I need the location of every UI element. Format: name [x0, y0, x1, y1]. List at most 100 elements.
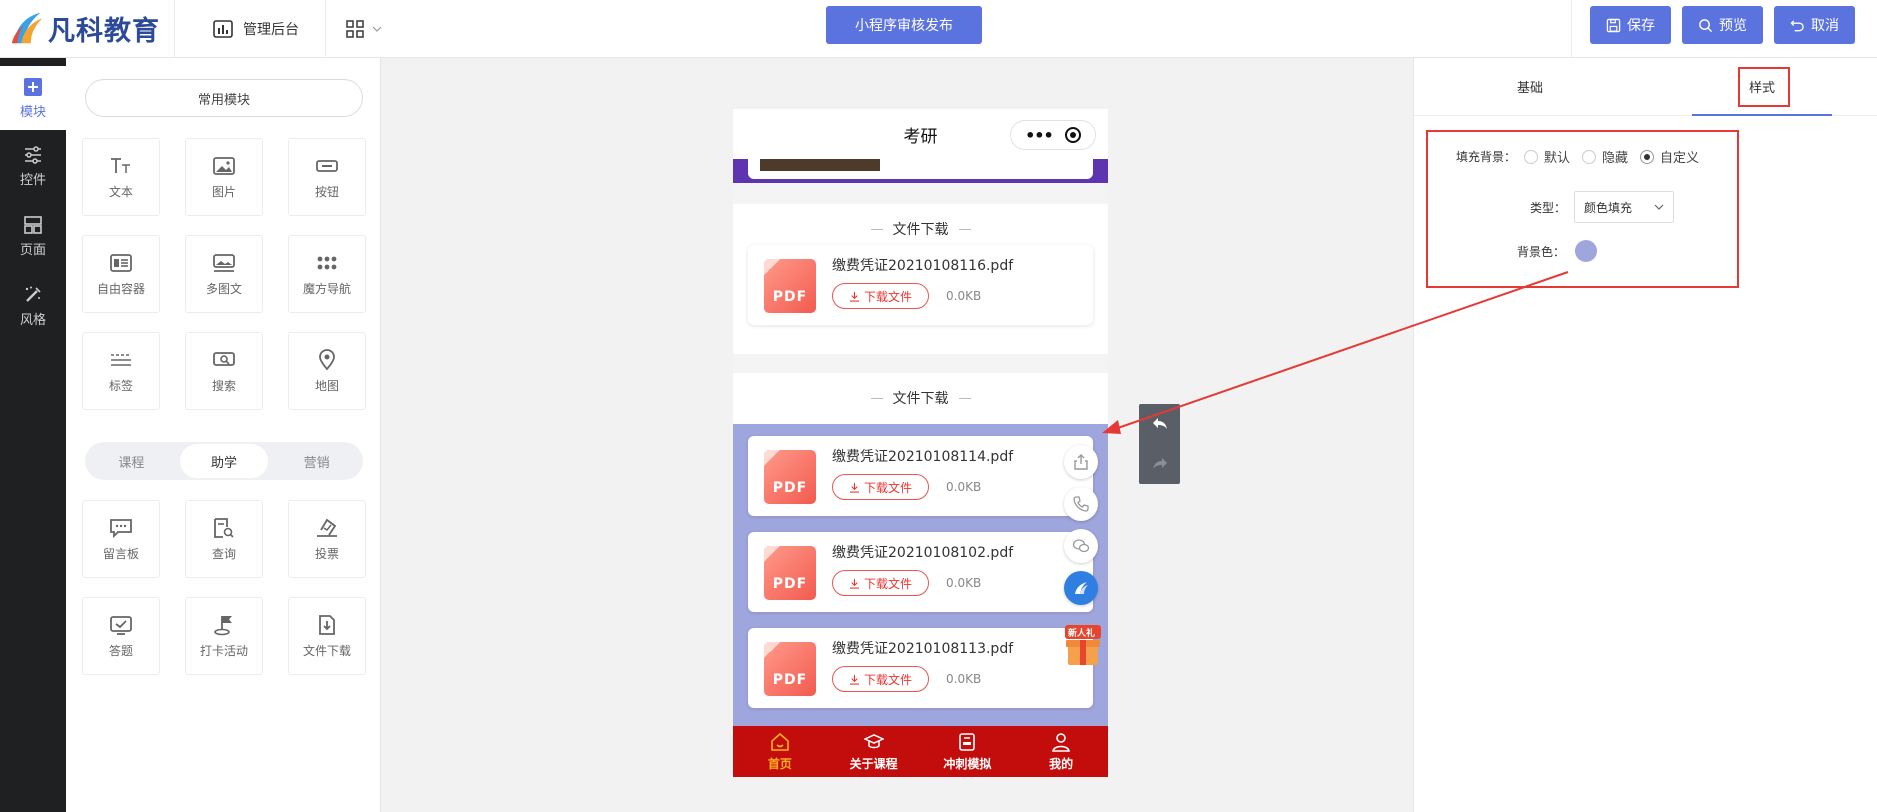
brand-logo[interactable]: 凡科教育	[8, 6, 160, 50]
phone-title: 考研	[903, 126, 938, 147]
rail-item-modules[interactable]: 模块	[0, 66, 66, 130]
undo-icon	[1152, 418, 1167, 429]
banner-card[interactable]	[748, 159, 1093, 179]
tab-sprint-mock[interactable]: 冲刺模拟	[921, 726, 1015, 777]
rail-item-style[interactable]: 风格	[0, 274, 66, 338]
module-tile-checkin[interactable]: 打卡活动	[185, 597, 263, 675]
module-tile-message-board[interactable]: 留言板	[82, 500, 160, 578]
new-user-gift-badge[interactable]: 新人礼	[1065, 625, 1101, 667]
checkin-icon	[214, 615, 232, 635]
fill-type-select[interactable]: 颜色填充	[1574, 191, 1675, 223]
download-file-button[interactable]: 下载文件	[832, 666, 929, 692]
message-board-icon	[110, 518, 132, 538]
download-file-button[interactable]: 下载文件	[832, 283, 929, 309]
radio-label: 隐藏	[1602, 151, 1629, 166]
phone-icon	[1073, 496, 1089, 512]
button-icon	[316, 159, 338, 172]
module-tile-vote[interactable]: 投票	[288, 500, 366, 578]
rail-item-pages[interactable]: 页面	[0, 204, 66, 268]
top-bar: 凡科教育 管理后台 小程序审核发布 保存 预览 取消	[0, 0, 1877, 58]
module-tile-file-download[interactable]: 文件下载	[288, 597, 366, 675]
tab-marketing[interactable]: 营销	[272, 444, 361, 478]
share-button[interactable]	[1064, 445, 1098, 479]
section-title-text: 文件下载	[892, 222, 949, 238]
brand-float-button[interactable]	[1064, 571, 1098, 605]
radio-default[interactable]: 默认	[1524, 147, 1570, 166]
close-target-icon[interactable]	[1064, 127, 1081, 143]
mini-program-capsule[interactable]: •••	[1010, 120, 1096, 150]
home-icon	[771, 732, 789, 751]
file-card[interactable]: PDF 缴费凭证20210108114.pdf 下载文件 0.0KB	[748, 436, 1093, 516]
tab-course[interactable]: 课程	[87, 444, 176, 478]
banner-thumbnail	[760, 159, 880, 171]
tile-label: 自由容器	[96, 281, 145, 296]
module-tile-text[interactable]: 文本	[82, 138, 160, 216]
admin-link[interactable]: 管理后台	[213, 14, 299, 44]
file-download-section[interactable]: 文件下载	[733, 373, 1108, 424]
tile-label: 多图文	[205, 281, 242, 296]
module-tile-quiz[interactable]: 答题	[82, 597, 160, 675]
radio-custom[interactable]: 自定义	[1640, 147, 1699, 166]
tab-mine[interactable]: 我的	[1014, 726, 1108, 777]
multi-image-text-icon	[213, 253, 235, 272]
tile-label: 文件下载	[302, 643, 351, 658]
admin-label: 管理后台	[243, 22, 299, 38]
tab-label: 关于课程	[849, 756, 898, 771]
download-icon	[849, 674, 860, 685]
undo-button[interactable]	[1139, 404, 1180, 444]
download-file-button[interactable]: 下载文件	[832, 474, 929, 500]
module-tile-image[interactable]: 图片	[185, 138, 263, 216]
tile-label: 查询	[211, 546, 236, 561]
tab-about-course[interactable]: 关于课程	[827, 726, 921, 777]
tab-assist[interactable]: 助学	[179, 444, 269, 478]
file-card[interactable]: PDF 缴费凭证20210108113.pdf 下载文件 0.0KB	[748, 628, 1093, 708]
module-tile-map[interactable]: 地图	[288, 332, 366, 410]
editor-canvas: 考研 ••• 文件下载 PDF 缴费凭证20210108116.pdf 下载文件…	[382, 58, 1413, 812]
redo-button[interactable]	[1139, 444, 1180, 484]
bg-color-swatch[interactable]	[1575, 240, 1598, 262]
quiz-icon	[110, 615, 132, 635]
phone-button[interactable]	[1064, 487, 1098, 521]
radio-hidden[interactable]: 隐藏	[1582, 147, 1628, 166]
module-tile-button[interactable]: 按钮	[288, 138, 366, 216]
module-tile-cube-nav[interactable]: 魔方导航	[288, 235, 366, 313]
save-icon	[1606, 18, 1621, 32]
section-title-text: 文件下载	[892, 391, 949, 407]
exam-icon	[959, 732, 976, 751]
publish-review-button[interactable]: 小程序审核发布	[826, 6, 982, 44]
dots-grid-icon	[317, 256, 337, 269]
save-button[interactable]: 保存	[1590, 6, 1671, 44]
tab-basic[interactable]: 基础	[1414, 58, 1646, 115]
tile-label: 地图	[314, 378, 339, 393]
more-icon[interactable]: •••	[1025, 126, 1054, 145]
radio-label: 默认	[1544, 151, 1571, 166]
save-label: 保存	[1627, 18, 1655, 34]
module-tile-tag[interactable]: 标签	[82, 332, 160, 410]
section-title: 文件下载	[733, 373, 1108, 423]
plus-square-icon	[24, 77, 42, 96]
redo-icon	[1152, 458, 1167, 469]
preview-button[interactable]: 预览	[1682, 6, 1763, 44]
cancel-button[interactable]: 取消	[1774, 6, 1855, 44]
chart-icon	[213, 20, 233, 38]
file-card[interactable]: PDF 缴费凭证20210108102.pdf 下载文件 0.0KB	[748, 532, 1093, 612]
app-grid-menu[interactable]	[346, 14, 382, 44]
common-modules-button[interactable]: 常用模块	[85, 79, 363, 117]
tag-icon	[111, 353, 131, 366]
rail-item-controls[interactable]: 控件	[0, 134, 66, 198]
file-card[interactable]: PDF 缴费凭证20210108116.pdf 下载文件 0.0KB	[748, 245, 1093, 325]
map-pin-icon	[319, 348, 335, 370]
module-tile-search[interactable]: 搜索	[185, 332, 263, 410]
rail-label: 模块	[19, 104, 46, 120]
module-tile-query[interactable]: 查询	[185, 500, 263, 578]
pdf-icon: PDF	[764, 546, 816, 600]
bg-color-label: 背景色：	[1517, 244, 1566, 259]
tile-label: 标签	[108, 378, 133, 393]
module-tile-multi-image-text[interactable]: 多图文	[185, 235, 263, 313]
pdf-icon: PDF	[764, 642, 816, 696]
wechat-button[interactable]	[1064, 529, 1098, 563]
download-file-button[interactable]: 下载文件	[832, 570, 929, 596]
file-size: 0.0KB	[946, 480, 982, 494]
tab-home[interactable]: 首页	[733, 726, 827, 777]
module-tile-container[interactable]: 自由容器	[82, 235, 160, 313]
